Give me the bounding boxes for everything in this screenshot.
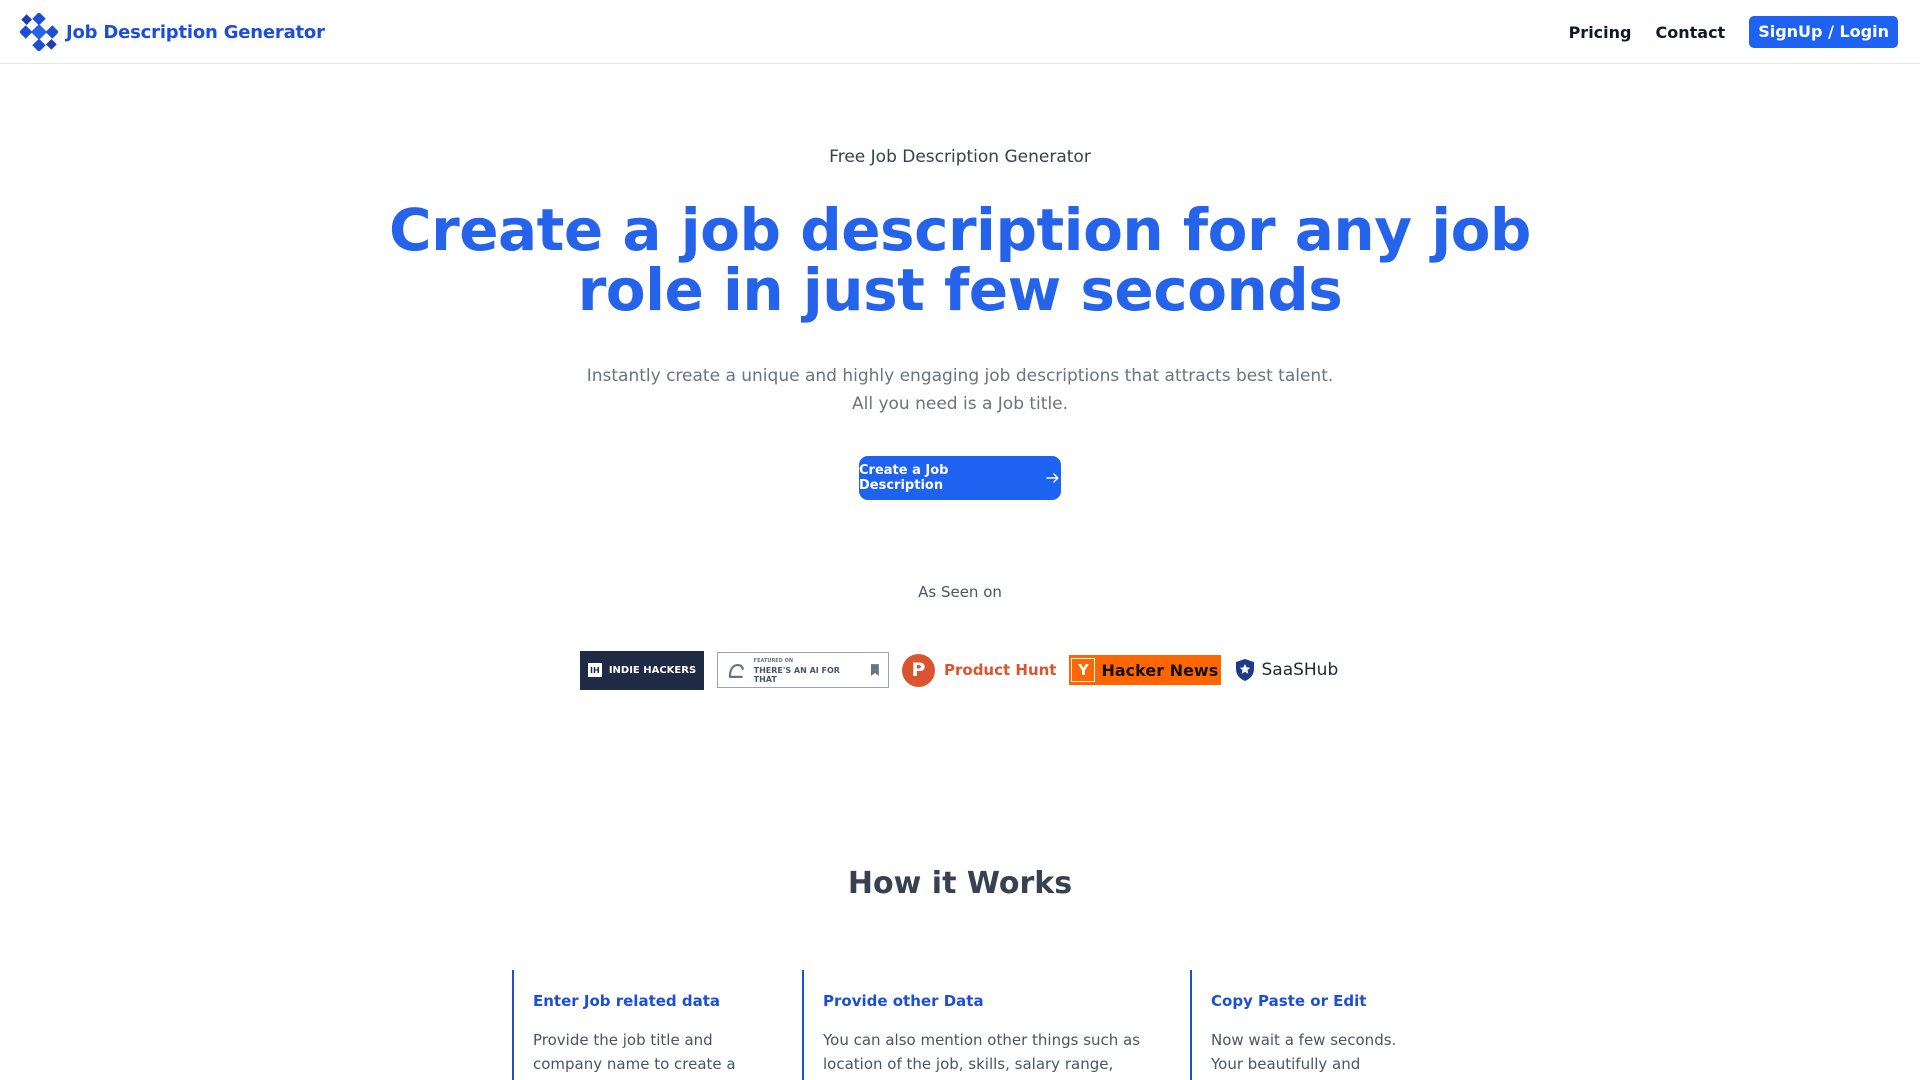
how-it-works-steps: Enter Job related data Provide the job t… xyxy=(0,970,1920,1080)
step-description-line: location of the job, skills, salary rang… xyxy=(823,1055,1114,1073)
create-job-description-button[interactable]: Create a Job Description xyxy=(859,456,1061,500)
step-card: Copy Paste or Edit Now wait a few second… xyxy=(1190,970,1450,1080)
step-title: Enter Job related data xyxy=(533,992,721,1010)
step-title: Copy Paste or Edit xyxy=(1211,992,1367,1010)
nav-links: Pricing Contact SignUp / Login xyxy=(1569,16,1898,48)
step-description: You can also mention other things such a… xyxy=(823,1028,1172,1076)
brand-logo-icon xyxy=(20,13,58,51)
hacker-news-text: Hacker News xyxy=(1101,660,1219,680)
saashub-shield-icon xyxy=(1236,659,1255,681)
theres-an-ai-for-that-logo[interactable]: FEATURED ON THERE'S AN AI FOR THAT xyxy=(717,652,889,688)
hero-subtitle: Instantly create a unique and highly eng… xyxy=(460,362,1460,418)
create-job-description-label: Create a Job Description xyxy=(859,463,949,493)
bookmark-icon xyxy=(871,664,880,676)
saashub-logo[interactable]: SaaSHub xyxy=(1234,658,1338,682)
indie-hackers-logo[interactable]: IH INDIE HACKERS xyxy=(580,650,704,690)
product-hunt-icon: P xyxy=(902,653,935,687)
brand-link[interactable]: Job Description Generator xyxy=(20,12,325,52)
step-description-line: Now wait a few seconds. xyxy=(1211,1031,1397,1049)
step-description-line: Provide the job title and xyxy=(533,1031,713,1049)
step-description-line: You can also mention other things such a… xyxy=(823,1031,1141,1049)
step-description-line: Your beautifully and xyxy=(1211,1055,1361,1073)
aift-featured-text: FEATURED ON xyxy=(753,657,794,664)
how-it-works-title: How it Works xyxy=(847,866,1073,901)
signup-login-button[interactable]: SignUp / Login xyxy=(1749,16,1898,48)
aift-name-text: THERE'S AN AI FOR THAT xyxy=(753,665,840,684)
hero-title-line2: role in just few seconds xyxy=(577,256,1343,324)
hacker-news-logo[interactable]: Y Hacker News xyxy=(1069,655,1222,685)
arrow-right-icon xyxy=(1046,473,1059,483)
product-hunt-logo[interactable]: P Product Hunt xyxy=(902,653,1057,687)
step-card: Provide other Data You can also mention … xyxy=(802,970,1172,1080)
step-description: Now wait a few seconds. Your beautifully… xyxy=(1211,1028,1450,1076)
hero-title-line1: Create a job description for any job xyxy=(389,196,1531,264)
hero-eyebrow: Free Job Description Generator xyxy=(829,147,1091,167)
nav-link-contact[interactable]: Contact xyxy=(1656,23,1726,42)
step-title: Provide other Data xyxy=(823,992,984,1010)
indie-hackers-text: INDIE HACKERS xyxy=(608,664,697,676)
as-seen-on-logos: IH INDIE HACKERS FEATURED ON THERE'S AN … xyxy=(580,650,1340,690)
brand-name: Job Description Generator xyxy=(66,21,325,43)
as-seen-on-label: As Seen on xyxy=(918,583,1002,601)
step-description: Provide the job title and company name t… xyxy=(533,1028,782,1076)
step-description-line: company name to create a xyxy=(533,1055,736,1073)
step-card: Enter Job related data Provide the job t… xyxy=(512,970,782,1080)
nav-link-pricing[interactable]: Pricing xyxy=(1569,23,1632,42)
indie-hackers-mark: IH xyxy=(587,663,602,677)
aift-hand-icon xyxy=(728,663,744,678)
hacker-news-icon: Y xyxy=(1071,658,1096,682)
saashub-text: SaaSHub xyxy=(1261,660,1339,680)
hero-subtitle-line1: Instantly create a unique and highly eng… xyxy=(586,366,1334,386)
top-navbar: Job Description Generator Pricing Contac… xyxy=(0,0,1920,64)
product-hunt-text: Product Hunt xyxy=(944,661,1057,679)
hero-subtitle-line2: All you need is a Job title. xyxy=(851,394,1069,414)
hero-title: Create a job description for any job rol… xyxy=(360,200,1560,320)
